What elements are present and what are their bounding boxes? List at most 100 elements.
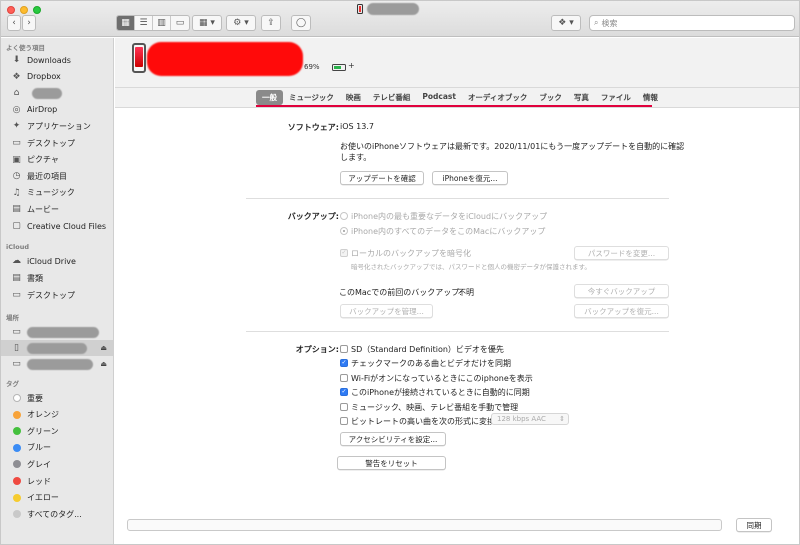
computer-icon: ▭ xyxy=(12,327,21,337)
group-button[interactable]: ▦ ▾ xyxy=(192,15,222,31)
sidebar-item-pictures[interactable]: ▣ ピクチャ xyxy=(1,152,113,168)
option-checkbox[interactable]: ✓ xyxy=(340,388,348,397)
sidebar-item-home[interactable]: ⌂ xyxy=(1,85,113,101)
tab-3[interactable]: テレビ番組 xyxy=(367,90,417,105)
sidebar-tag-item[interactable]: ブルー xyxy=(1,440,113,456)
check-update-button[interactable]: アップデートを確認 xyxy=(340,171,424,185)
sidebar-item-label: レッド xyxy=(27,476,51,486)
sidebar-item-location-iphone[interactable]: ▯ ⏏ xyxy=(1,340,113,356)
sidebar-item-icloud-documents[interactable]: ▤ 書類 xyxy=(1,270,113,286)
tab-1[interactable]: ミュージック xyxy=(283,90,340,105)
encrypt-backup-checkbox[interactable]: ✓ xyxy=(340,249,348,257)
tab-underline xyxy=(256,105,652,107)
software-status-line-2: します。 xyxy=(340,153,372,162)
bitrate-value: 128 kbps AAC xyxy=(497,415,546,423)
window-title xyxy=(357,3,419,15)
sidebar: よく使う項目 iCloud 場所 ▭ ▯ ⏏ ▭ ⏏ タグ ⬇ Downloads… xyxy=(1,38,114,544)
backup-mac-radio[interactable] xyxy=(340,227,348,235)
tag-color-icon xyxy=(12,460,21,469)
zoom-window-button[interactable] xyxy=(33,6,41,14)
icloud-header: iCloud xyxy=(6,243,29,251)
eject-icon[interactable]: ⏏ xyxy=(100,360,107,368)
option-checkbox[interactable]: ✓ xyxy=(340,359,348,368)
tab-2[interactable]: 映画 xyxy=(340,90,367,105)
sidebar-item-creative-cloud[interactable]: ▢ Creative Cloud Files xyxy=(1,218,113,234)
tab-4[interactable]: Podcast xyxy=(416,90,462,105)
sidebar-tag-item[interactable]: イエロー xyxy=(1,490,113,506)
list-view-icon[interactable]: ☰ xyxy=(135,16,153,30)
option-checkbox[interactable] xyxy=(340,417,348,425)
sidebar-tag-item[interactable]: 重要 xyxy=(1,390,113,406)
backup-label: バックアップ: xyxy=(287,212,339,221)
sidebar-tag-item[interactable]: グレイ xyxy=(1,456,113,472)
dropbox-button[interactable]: ❖ ▾ xyxy=(551,15,581,31)
recents-icon: ◷ xyxy=(12,171,21,182)
gallery-view-icon[interactable]: ▭ xyxy=(171,16,189,30)
pictures-icon: ▣ xyxy=(12,154,21,165)
back-button[interactable]: ‹ xyxy=(7,15,21,31)
tab-9[interactable]: 情報 xyxy=(637,90,664,105)
accessibility-button[interactable]: アクセシビリティを設定... xyxy=(340,432,446,446)
sidebar-tag-item[interactable]: レッド xyxy=(1,473,113,489)
sidebar-tag-item[interactable]: オレンジ xyxy=(1,407,113,423)
favorites-header: よく使う項目 xyxy=(6,44,45,52)
option-checkbox[interactable] xyxy=(340,345,348,353)
tab-6[interactable]: ブック xyxy=(533,90,568,105)
charging-icon: + xyxy=(348,61,355,70)
sidebar-item-icloud-desktop[interactable]: ▭ デスクトップ xyxy=(1,287,113,303)
tab-0[interactable]: 一般 xyxy=(256,90,283,105)
sidebar-item-label: 重要 xyxy=(27,393,43,403)
column-view-icon[interactable]: ▥ xyxy=(153,16,171,30)
sidebar-item-applications[interactable]: ✦ アプリケーション xyxy=(1,118,113,134)
tab-5[interactable]: オーディオブック xyxy=(462,90,533,105)
sidebar-item-recents[interactable]: ◷ 最近の項目 xyxy=(1,168,113,184)
backup-icloud-radio[interactable] xyxy=(340,212,348,220)
sidebar-item-location-disk[interactable]: ▭ ⏏ xyxy=(1,356,113,372)
dropbox-icon: ❖ ▾ xyxy=(558,18,574,28)
divider xyxy=(246,331,669,332)
tag-color-icon xyxy=(12,510,21,519)
restore-backup-button[interactable]: バックアップを復元... xyxy=(574,304,669,318)
backup-now-button[interactable]: 今すぐバックアップ xyxy=(574,284,669,298)
option-checkbox[interactable] xyxy=(340,402,348,411)
documents-icon: ▤ xyxy=(12,273,21,283)
stepper-icon: ⇕ xyxy=(559,415,565,423)
edit-tags-button[interactable]: ◯ xyxy=(291,15,311,31)
sidebar-item-dropbox[interactable]: ❖ Dropbox xyxy=(1,69,113,85)
restore-iphone-button[interactable]: iPhoneを復元... xyxy=(432,171,508,185)
minimize-window-button[interactable] xyxy=(20,6,28,14)
sidebar-item-airdrop[interactable]: ◎ AirDrop xyxy=(1,102,113,118)
icon-view-icon[interactable]: ▦ xyxy=(117,16,135,30)
tab-7[interactable]: 写真 xyxy=(568,90,595,105)
sidebar-tag-item[interactable]: グリーン xyxy=(1,423,113,439)
redacted-location-name xyxy=(27,358,93,370)
tag-color-icon xyxy=(12,394,21,402)
option-checkbox[interactable] xyxy=(340,373,348,382)
share-button[interactable]: ⇪ xyxy=(261,15,281,31)
close-window-button[interactable] xyxy=(7,6,15,14)
forward-button[interactable]: › xyxy=(22,15,36,31)
sidebar-item-music[interactable]: ♫ ミュージック xyxy=(1,185,113,201)
sidebar-item-download[interactable]: ⬇ Downloads xyxy=(1,52,113,68)
manage-backups-button[interactable]: バックアップを管理... xyxy=(340,304,433,318)
action-button[interactable]: ⚙ ▾ xyxy=(226,15,256,31)
tag-color-icon xyxy=(12,443,21,452)
option-label: ミュージック、映画、テレビ番組を手動で管理 xyxy=(351,402,519,412)
sidebar-item-location-computer[interactable]: ▭ xyxy=(1,324,113,340)
sidebar-item-movies[interactable]: ▤ ムービー xyxy=(1,201,113,217)
sidebar-tag-item[interactable]: すべてのタグ... xyxy=(1,506,113,522)
redacted-device-title xyxy=(147,42,303,76)
option-label: このiPhoneが接続されているときに自動的に同期 xyxy=(351,388,530,398)
bitrate-select[interactable]: 128 kbps AAC ⇕ xyxy=(491,413,569,425)
search-field[interactable]: ⌕ 検索 xyxy=(589,15,795,31)
eject-icon[interactable]: ⏏ xyxy=(100,344,107,352)
sync-button[interactable]: 同期 xyxy=(736,518,772,532)
sidebar-item-desktop[interactable]: ▭ デスクトップ xyxy=(1,135,113,151)
sidebar-item-label: AirDrop xyxy=(27,105,58,115)
tab-8[interactable]: ファイル xyxy=(595,90,637,105)
view-mode-selector[interactable]: ▦ ☰ ▥ ▭ xyxy=(116,15,190,31)
reset-warnings-button[interactable]: 警告をリセット xyxy=(337,456,446,470)
change-password-button[interactable]: パスワードを変更... xyxy=(574,246,669,260)
sidebar-item-icloud-cloud[interactable]: ☁ iCloud Drive xyxy=(1,253,113,269)
device-header: 69% + xyxy=(115,38,799,88)
